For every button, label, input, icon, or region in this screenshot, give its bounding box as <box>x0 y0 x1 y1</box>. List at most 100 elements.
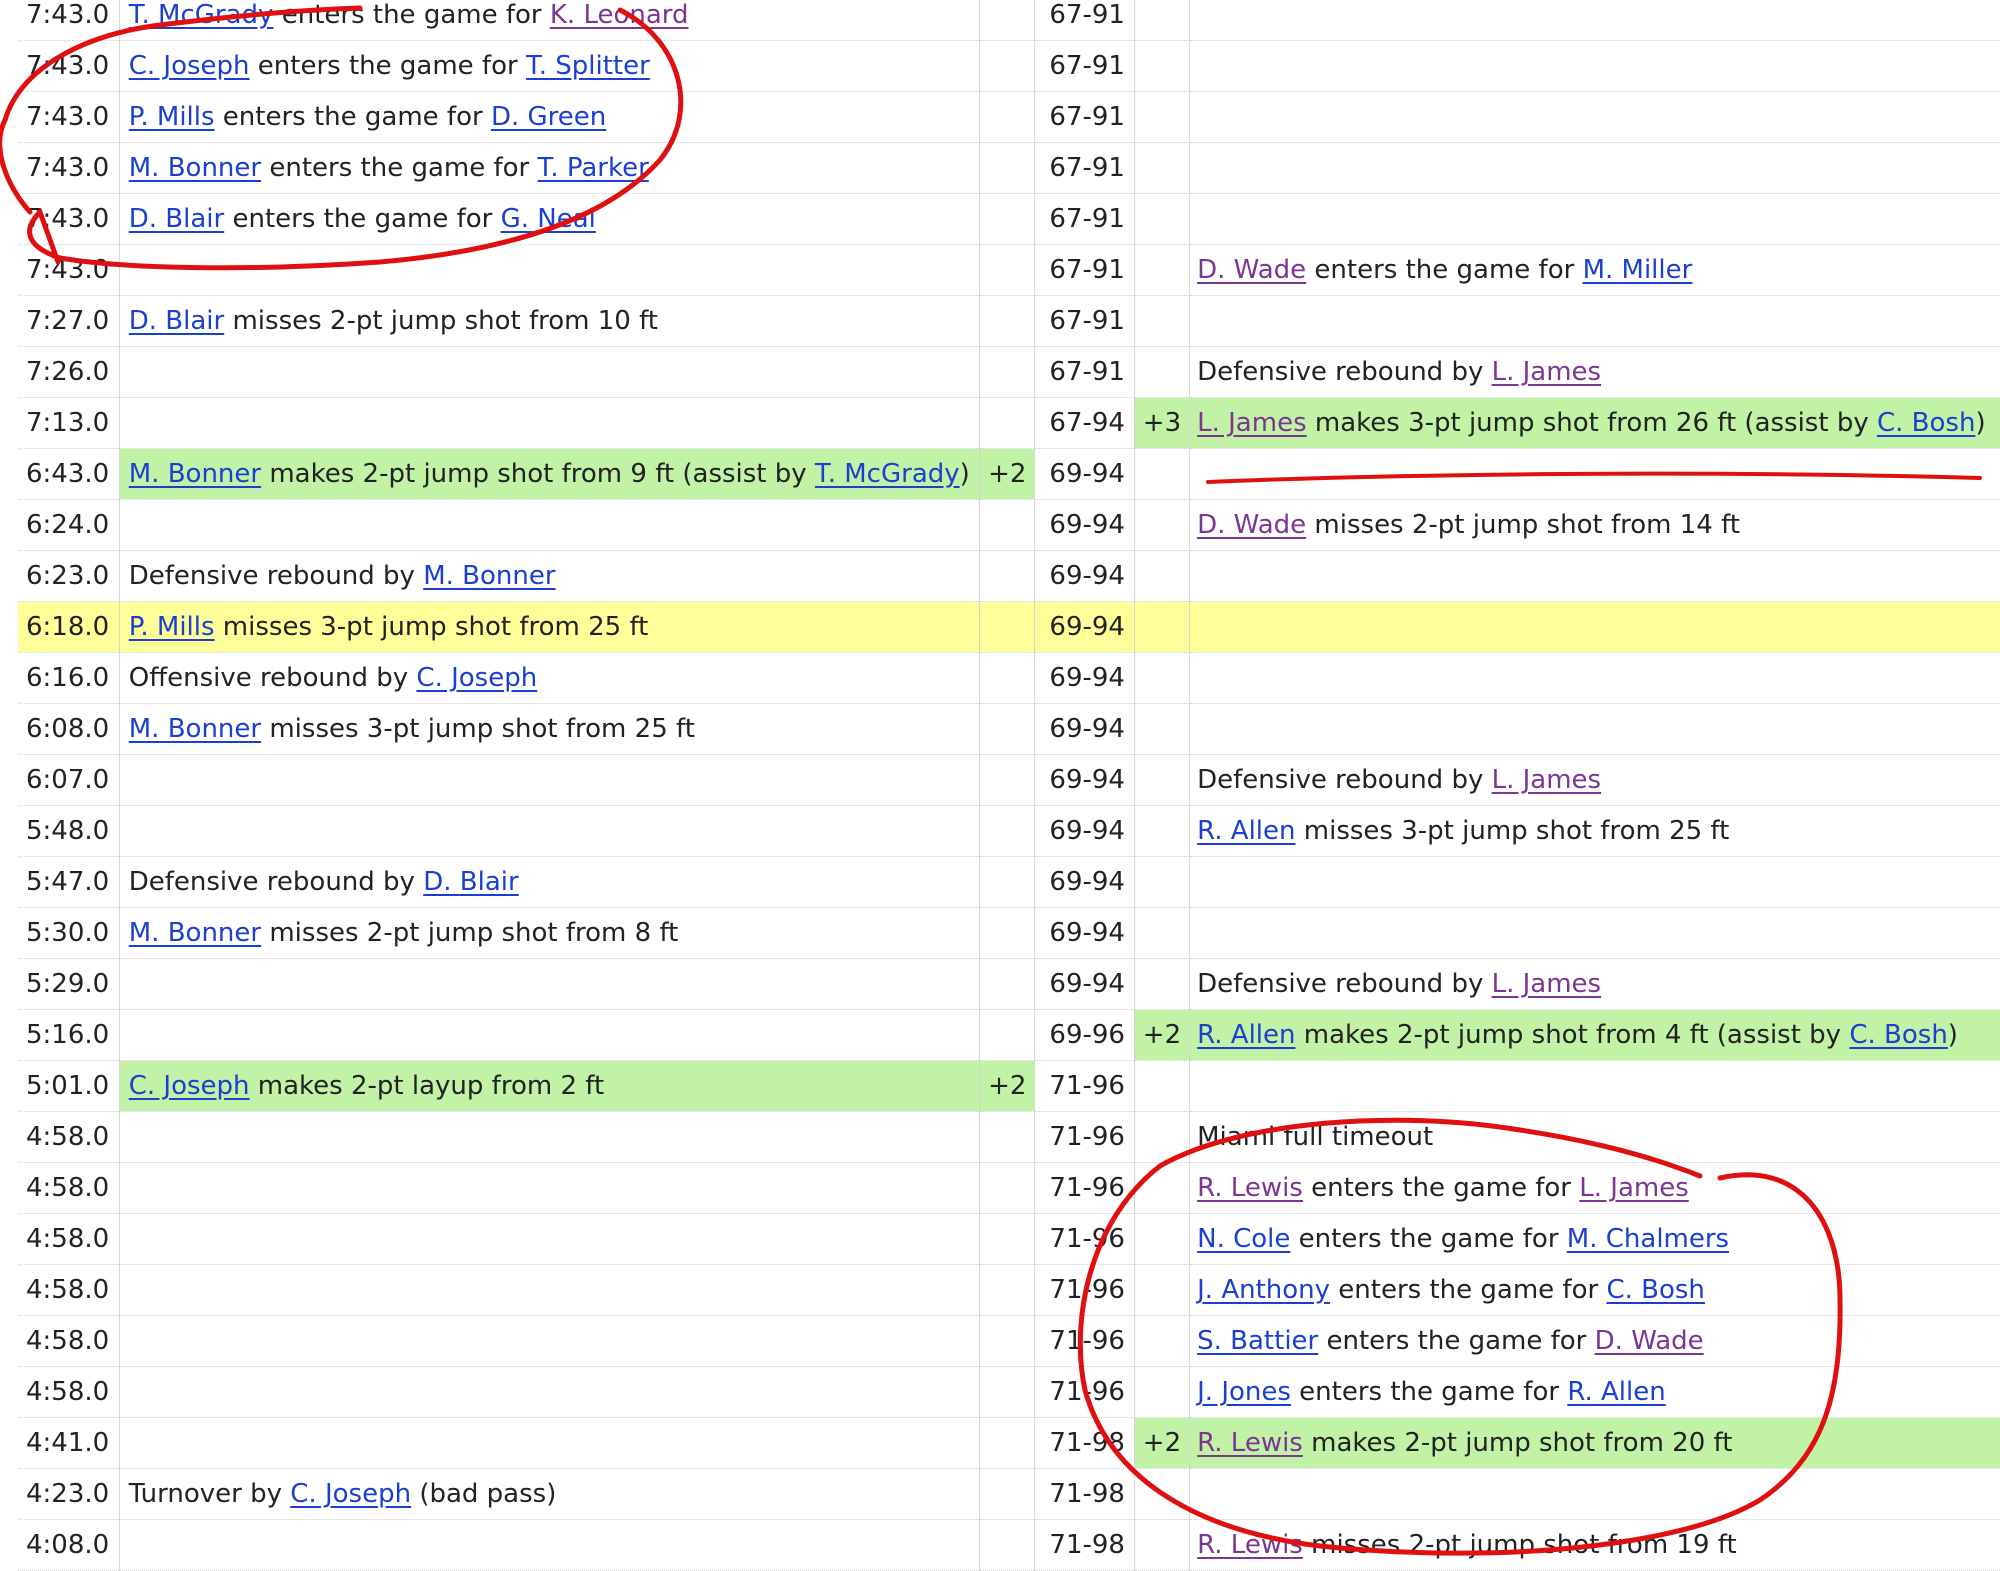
player-link[interactable]: M. Chalmers <box>1567 1224 1729 1254</box>
away-play-cell <box>119 1111 981 1163</box>
player-link[interactable]: T. McGrady <box>815 459 960 489</box>
play-by-play-body: 7:43.0 T. McGrady enters the game for K. … <box>18 0 2000 1571</box>
away-points-cell <box>979 601 1036 653</box>
play-text: makes 2-pt layup from 2 ft <box>249 1071 605 1101</box>
away-play-cell: D. Blair enters the game for G. Neal <box>119 193 981 245</box>
play-text: enters the game for <box>1306 255 1583 285</box>
player-link[interactable]: D. Wade <box>1197 510 1306 540</box>
play-row: 4:08.0 71-98 R. Lewis misses 2-pt jump sho… <box>18 1519 2000 1571</box>
home-points-cell <box>1134 1468 1191 1520</box>
home-play-cell <box>1189 601 2000 653</box>
player-link[interactable]: D. Wade <box>1595 1326 1704 1356</box>
player-link[interactable]: M. Bonner <box>129 714 261 744</box>
player-link[interactable]: M. Bonner <box>423 561 555 591</box>
home-play-cell: L. James makes 3-pt jump shot from 26 ft… <box>1189 397 2000 449</box>
play-row: 7:43.0 67-91 D. Wade enters the game for M… <box>18 244 2000 296</box>
home-points-cell <box>1134 40 1191 92</box>
player-link[interactable]: L. James <box>1579 1173 1688 1203</box>
game-clock-cell: 5:30.0 <box>18 907 120 959</box>
player-link[interactable]: J. Jones <box>1197 1377 1291 1407</box>
home-play-cell <box>1189 907 2000 959</box>
home-play-cell <box>1189 142 2000 194</box>
away-points-cell <box>979 550 1036 602</box>
player-link[interactable]: M. Bonner <box>129 459 261 489</box>
player-link[interactable]: M. Bonner <box>129 153 261 183</box>
player-link[interactable]: P. Mills <box>129 612 215 642</box>
player-link[interactable]: D. Green <box>491 102 606 132</box>
game-clock-cell: 5:01.0 <box>18 1060 120 1112</box>
player-link[interactable]: T. Splitter <box>526 51 650 81</box>
player-link[interactable]: M. Miller <box>1583 255 1693 285</box>
player-link[interactable]: N. Cole <box>1197 1224 1290 1254</box>
player-link[interactable]: S. Battier <box>1197 1326 1318 1356</box>
score-cell: 71-98 <box>1034 1519 1135 1571</box>
away-points-cell <box>979 397 1036 449</box>
player-link[interactable]: R. Allen <box>1197 1020 1295 1050</box>
game-clock-cell: 5:47.0 <box>18 856 120 908</box>
score-cell: 69-94 <box>1034 550 1135 602</box>
player-link[interactable]: T. Parker <box>538 153 649 183</box>
home-play-cell <box>1189 1468 2000 1520</box>
player-link[interactable]: T. McGrady <box>129 0 274 30</box>
away-play-cell <box>119 1315 981 1367</box>
away-points-cell <box>979 1213 1036 1265</box>
away-play-cell <box>119 499 981 551</box>
player-link[interactable]: R. Allen <box>1567 1377 1665 1407</box>
player-link[interactable]: C. Bosh <box>1606 1275 1704 1305</box>
home-play-cell <box>1189 40 2000 92</box>
score-cell: 67-94 <box>1034 397 1135 449</box>
home-play-cell <box>1189 550 2000 602</box>
play-text: misses 2-pt jump shot from 10 ft <box>224 306 659 336</box>
game-clock-cell: 7:43.0 <box>18 0 120 41</box>
player-link[interactable]: J. Anthony <box>1197 1275 1330 1305</box>
play-by-play-table: 7:43.0 T. McGrady enters the game for K. … <box>18 0 2000 1571</box>
player-link[interactable]: P. Mills <box>129 102 215 132</box>
away-play-cell <box>119 754 981 806</box>
score-cell: 69-94 <box>1034 907 1135 959</box>
player-link[interactable]: C. Bosh <box>1849 1020 1947 1050</box>
away-play-cell <box>119 1366 981 1418</box>
player-link[interactable]: C. Joseph <box>129 1071 250 1101</box>
player-link[interactable]: R. Allen <box>1197 816 1295 846</box>
play-row: 6:07.0 69-94 Defensive rebound by L. James <box>18 754 2000 806</box>
play-row: 6:24.0 69-94 D. Wade misses 2-pt jump shot… <box>18 499 2000 551</box>
home-play-cell <box>1189 448 2000 500</box>
home-points-cell <box>1134 550 1191 602</box>
play-text: enters the game for <box>1290 1224 1567 1254</box>
play-text: makes 3-pt jump shot from 26 ft (assist … <box>1306 408 1877 438</box>
player-link[interactable]: R. Lewis <box>1197 1173 1303 1203</box>
play-row: 7:43.0 P. Mills enters the game for D. Gr… <box>18 91 2000 143</box>
play-row: 4:41.0 71-98 +2 R. Lewis makes 2-pt jump sh… <box>18 1417 2000 1469</box>
player-link[interactable]: D. Wade <box>1197 255 1306 285</box>
player-link[interactable]: G. Neal <box>501 204 596 234</box>
player-link[interactable]: C. Joseph <box>290 1479 411 1509</box>
score-cell: 71-96 <box>1034 1162 1135 1214</box>
player-link[interactable]: C. Joseph <box>416 663 537 693</box>
play-row: 4:58.0 71-96 N. Cole enters the game for M… <box>18 1213 2000 1265</box>
player-link[interactable]: M. Bonner <box>129 918 261 948</box>
player-link[interactable]: C. Joseph <box>129 51 250 81</box>
player-link[interactable]: R. Lewis <box>1197 1530 1303 1560</box>
score-cell: 67-91 <box>1034 193 1135 245</box>
player-link[interactable]: L. James <box>1492 357 1601 387</box>
away-play-cell: C. Joseph enters the game for T. Splitte… <box>119 40 981 92</box>
player-link[interactable]: L. James <box>1492 969 1601 999</box>
game-clock-cell: 6:16.0 <box>18 652 120 704</box>
player-link[interactable]: D. Blair <box>129 204 224 234</box>
score-cell: 71-98 <box>1034 1468 1135 1520</box>
play-text: misses 3-pt jump shot from 25 ft <box>214 612 649 642</box>
player-link[interactable]: R. Lewis <box>1197 1428 1303 1458</box>
player-link[interactable]: D. Blair <box>129 306 224 336</box>
player-link[interactable]: K. Leonard <box>550 0 689 30</box>
game-clock-cell: 5:29.0 <box>18 958 120 1010</box>
player-link[interactable]: L. James <box>1492 765 1601 795</box>
game-clock-cell: 7:43.0 <box>18 244 120 296</box>
game-clock-cell: 7:43.0 <box>18 142 120 194</box>
player-link[interactable]: L. James <box>1197 408 1306 438</box>
player-link[interactable]: D. Blair <box>423 867 518 897</box>
away-play-cell: Turnover by C. Joseph (bad pass) <box>119 1468 981 1520</box>
score-cell: 71-96 <box>1034 1264 1135 1316</box>
play-text: makes 2-pt jump shot from 9 ft (assist b… <box>261 459 815 489</box>
play-row: 4:58.0 71-96 R. Lewis enters the game for … <box>18 1162 2000 1214</box>
player-link[interactable]: C. Bosh <box>1877 408 1975 438</box>
